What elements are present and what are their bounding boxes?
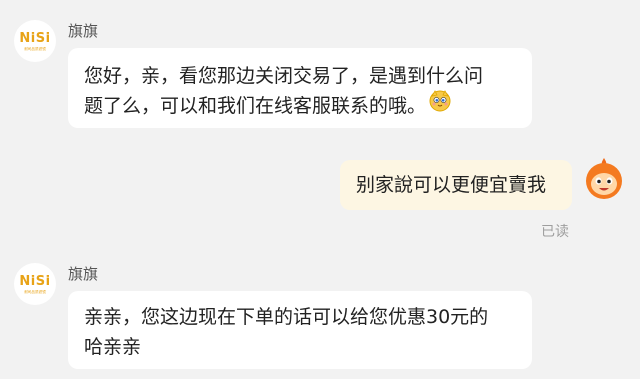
nisi-logo-subtitle: 耐司品质滤镜	[24, 288, 46, 294]
message-bubble-incoming[interactable]: 您好，亲，看您那边关闭交易了，是遇到什么问 题了么，可以和我们在线客服联系的哦。	[68, 48, 532, 128]
message-line: 哈亲亲	[84, 336, 142, 358]
nisi-logo-subtitle: 耐司品质滤镜	[24, 45, 46, 51]
sender-name: 旗旗	[68, 22, 99, 40]
read-status-label: 已读	[541, 224, 569, 240]
message-bubble-outgoing[interactable]: 别家說可以更便宜賣我	[340, 160, 572, 210]
shop-avatar[interactable]: NiSi 耐司品质滤镜	[14, 263, 56, 305]
nisi-logo: NiSi	[19, 273, 51, 289]
message-text: 别家說可以更便宜賣我	[356, 174, 547, 196]
user-avatar[interactable]	[582, 156, 626, 200]
sender-name: 旗旗	[68, 265, 99, 283]
cartoon-mascot-icon	[586, 158, 622, 199]
message-line: 题了么，可以和我们在线客服联系的哦。	[84, 95, 427, 117]
message-line-with-emoji: 题了么，可以和我们在线客服联系的哦。	[84, 88, 516, 121]
message-line: 亲亲，您这边现在下单的话可以给您优惠30元的	[84, 306, 489, 328]
nisi-logo: NiSi	[19, 30, 51, 46]
message-bubble-incoming[interactable]: 亲亲，您这边现在下单的话可以给您优惠30元的 哈亲亲	[68, 291, 532, 369]
message-line: 您好，亲，看您那边关闭交易了，是遇到什么问	[84, 65, 484, 87]
cute-face-emoji-icon	[428, 88, 452, 121]
shop-avatar[interactable]: NiSi 耐司品质滤镜	[14, 20, 56, 62]
